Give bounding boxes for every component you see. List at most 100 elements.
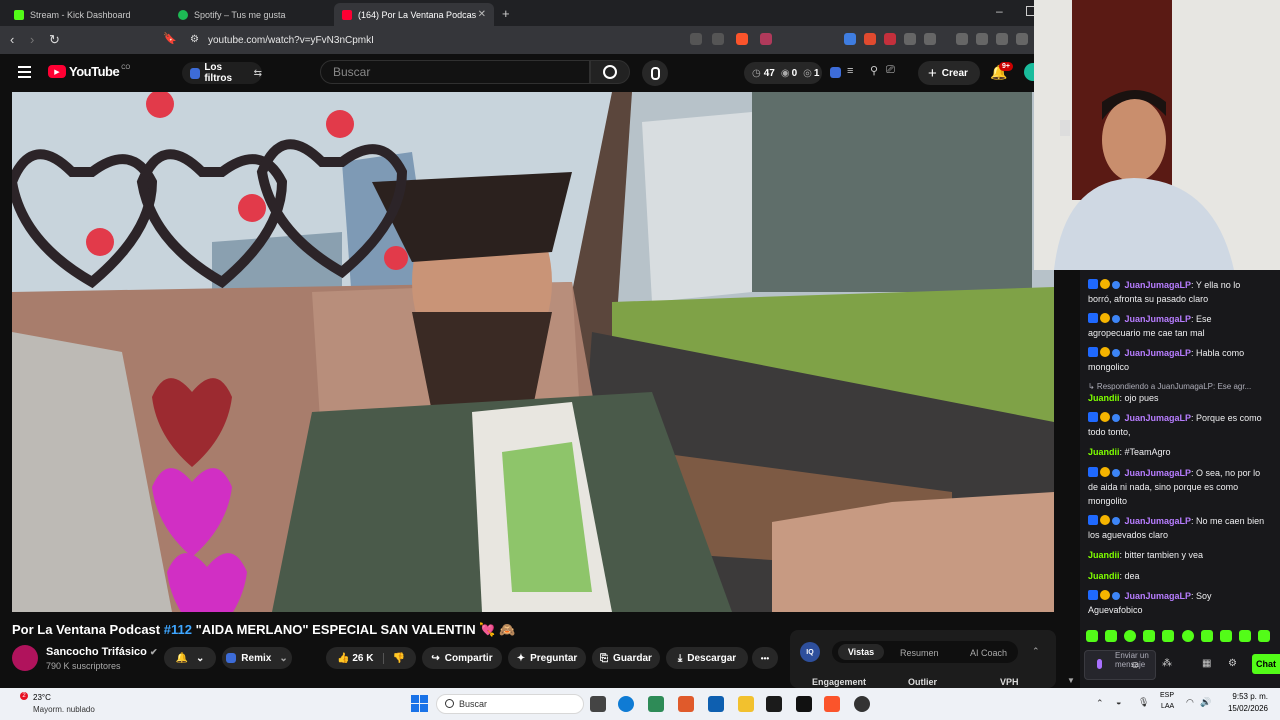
extension-m-icon[interactable]: [884, 33, 896, 45]
extension-box-icon[interactable]: [924, 33, 936, 45]
cast-icon[interactable]: ⎚: [886, 64, 895, 77]
chat-username[interactable]: JuanJumagaLP: [1125, 314, 1192, 324]
collapse-icon[interactable]: ⌃: [1032, 646, 1040, 657]
store-icon[interactable]: [708, 696, 724, 712]
language-top[interactable]: ESP: [1160, 692, 1174, 699]
voice-search-button[interactable]: [642, 60, 668, 86]
screen-icon[interactable]: [690, 33, 702, 45]
scroll-down-icon[interactable]: ▼: [1067, 676, 1075, 685]
filters-button[interactable]: Los filtros ⇆: [182, 62, 262, 84]
file-explorer-icon[interactable]: [738, 696, 754, 712]
obs-icon[interactable]: [854, 696, 870, 712]
emote-icon[interactable]: [1219, 630, 1232, 642]
like-button[interactable]: 👍 26 K: [337, 653, 373, 664]
save-button[interactable]: ⎘ Guardar: [592, 647, 660, 669]
emote-icon[interactable]: [1086, 630, 1098, 642]
menu-icon[interactable]: [18, 66, 31, 78]
chat-username[interactable]: JuanJumagaLP: [1125, 348, 1192, 358]
send-chat-button[interactable]: Chat: [1252, 654, 1280, 674]
remix-button[interactable]: Remix ⌄: [222, 647, 292, 669]
download-button[interactable]: ⤓ Descargar: [666, 647, 748, 669]
tab-kick-dashboard[interactable]: Stream - Kick Dashboard: [6, 3, 166, 26]
weather-temp[interactable]: 23°C: [33, 693, 51, 702]
chat-username[interactable]: Juandii: [1088, 550, 1120, 560]
leo-ai-icon[interactable]: [1016, 33, 1028, 45]
video-player[interactable]: [12, 92, 1054, 612]
forward-icon[interactable]: ›: [30, 32, 34, 47]
minimize-icon[interactable]: –: [996, 4, 1003, 18]
search-button[interactable]: [590, 60, 630, 84]
brave-shield-icon[interactable]: [736, 33, 748, 45]
chat-username[interactable]: JuanJumagaLP: [1125, 280, 1192, 290]
chat-username[interactable]: JuanJumagaLP: [1125, 468, 1192, 478]
youtube-logo[interactable]: ▶ YouTube CO: [48, 64, 130, 79]
tray-mic-icon[interactable]: 🎙: [1138, 697, 1149, 708]
tray-icon[interactable]: ◒: [1116, 697, 1121, 707]
create-button[interactable]: + Crear: [918, 61, 980, 85]
extension-translate-icon[interactable]: [844, 33, 856, 45]
tab-vistas[interactable]: Vistas: [838, 644, 884, 660]
tab-youtube[interactable]: (164) Por La Ventana Podcast ✕: [334, 3, 494, 26]
chat-username[interactable]: Juandii: [1088, 447, 1120, 457]
emote-icon[interactable]: [1181, 630, 1194, 642]
share-button[interactable]: ↪ Compartir: [422, 647, 502, 669]
community-icon[interactable]: ⁂: [1162, 658, 1172, 669]
taskbar-search[interactable]: Buscar: [436, 694, 584, 714]
chat-username[interactable]: JuanJumagaLP: [1125, 591, 1192, 601]
emote-icon[interactable]: [1124, 630, 1137, 642]
emote-icon[interactable]: [1257, 630, 1270, 642]
channel-name[interactable]: Sancocho Trifásico ✔: [46, 646, 157, 658]
tab-resumen[interactable]: Resumen: [900, 648, 939, 658]
tab-ai-coach[interactable]: AI Coach: [970, 648, 1007, 658]
reload-icon[interactable]: ↻: [49, 32, 60, 48]
dislike-button[interactable]: 👎: [383, 652, 405, 664]
tool-icon[interactable]: ⚲: [870, 64, 878, 77]
copilot-icon[interactable]: [678, 696, 694, 712]
address-bar[interactable]: youtube.com/watch?v=yFvN3nCpmkI: [160, 31, 680, 49]
chat-username[interactable]: JuanJumagaLP: [1125, 516, 1192, 526]
clock-date[interactable]: 15/02/2026: [1224, 704, 1268, 713]
settings-gear-icon[interactable]: ⚙: [1228, 658, 1237, 669]
wifi-icon[interactable]: ◠: [1186, 697, 1194, 708]
brave-icon[interactable]: [824, 696, 840, 712]
emote-icon[interactable]: [1238, 630, 1251, 642]
clock-time[interactable]: 9:53 p. m.: [1228, 692, 1268, 701]
episode-hashtag[interactable]: #112: [164, 622, 192, 637]
wallet-icon[interactable]: [996, 33, 1008, 45]
channel-avatar[interactable]: [12, 645, 38, 671]
language-bottom[interactable]: LAA: [1161, 703, 1174, 710]
close-tab-icon[interactable]: ✕: [478, 9, 486, 20]
search-input[interactable]: Buscar: [320, 60, 590, 84]
task-view-icon[interactable]: [590, 696, 606, 712]
share-icon[interactable]: [712, 33, 724, 45]
cmd-icon[interactable]: [648, 696, 664, 712]
volume-icon[interactable]: 🔊: [1200, 697, 1211, 708]
more-actions-button[interactable]: •••: [752, 647, 778, 669]
chat-username[interactable]: Juandii: [1088, 393, 1120, 403]
ask-button[interactable]: ✦ Preguntar: [508, 647, 586, 669]
sidebar-icon[interactable]: [976, 33, 988, 45]
tab-spotify[interactable]: Spotify – Tus me gusta: [170, 3, 330, 26]
emoji-icon[interactable]: ☺: [1130, 660, 1140, 671]
subscribed-bell-button[interactable]: 🔔 ⌄: [164, 647, 216, 669]
store-icon[interactable]: ▦: [1202, 658, 1211, 669]
emote-icon[interactable]: [1143, 630, 1156, 642]
list-icon[interactable]: ≡: [847, 65, 853, 77]
new-tab-button[interactable]: +: [502, 6, 510, 21]
extensions-puzzle-icon[interactable]: [904, 33, 916, 45]
weather-desc[interactable]: Mayorm. nublado: [33, 705, 95, 714]
extension-stats[interactable]: ◷ 47 ◉ 0 ◎ 1: [744, 62, 822, 84]
edge-icon[interactable]: [618, 696, 634, 712]
iq-extension-icon[interactable]: [830, 67, 841, 78]
media-icon[interactable]: [956, 33, 968, 45]
tray-chevron-icon[interactable]: ⌃: [1096, 698, 1104, 709]
chat-input[interactable]: Enviar un mensaje: [1084, 650, 1156, 680]
chat-username[interactable]: JuanJumagaLP: [1125, 413, 1192, 423]
capcut-icon[interactable]: [796, 696, 812, 712]
chat-username[interactable]: Juandii: [1088, 571, 1120, 581]
emote-icon[interactable]: [1200, 630, 1213, 642]
emote-icon[interactable]: [1105, 630, 1118, 642]
windows-start-icon[interactable]: [411, 695, 428, 712]
brave-rewards-icon[interactable]: [760, 33, 772, 45]
extension-icon[interactable]: [864, 33, 876, 45]
